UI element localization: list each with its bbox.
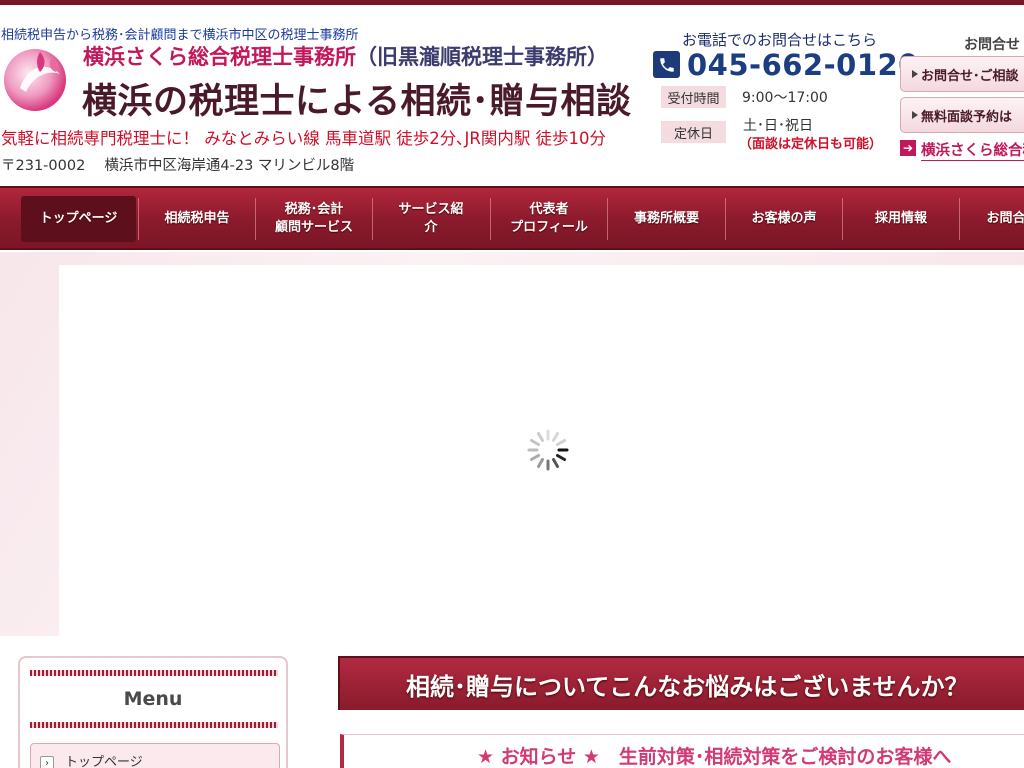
hours-value: 9:00〜17:00 [742,90,828,106]
free-consultation-button[interactable]: 無料面談予約は [900,97,1024,133]
sidebar-menu: Menu › トップページ [18,656,288,768]
access-info: 気軽に相続専門税理士に！ みなとみらい線 馬車道駅 徒歩2分､JR関内駅 徒歩1… [1,129,607,148]
top-accent-bar [0,0,1024,5]
nav-testimonials[interactable]: お客様の声 [727,196,841,242]
nav-divider [138,198,139,240]
nav-divider [725,198,726,240]
notice-heading[interactable]: ★ お知らせ ★ 生前対策･相続対策をご検討のお客様へ [477,742,951,768]
nav-divider [607,198,608,240]
nav-tax-accounting-service[interactable]: 税務･会計 顧問サービス [257,196,371,242]
nav-divider [255,198,256,240]
sidebar-stripe [30,670,278,676]
sidebar-stripe [30,722,278,728]
phone-caption: お電話でのお問合せはこちら [682,31,878,49]
nav-representative-profile[interactable]: 代表者 プロフィール [492,196,606,242]
nav-contact[interactable]: お問合 [961,196,1024,242]
nav-divider [490,198,491,240]
office-address: 〒231-0002 横浜市中区海岸通4-23 マリンビル8階 [1,158,355,174]
firm-site-link[interactable]: 横浜さくら総合税 [921,139,1024,161]
firm-name[interactable]: 横浜さくら総合税理士事務所（旧黒瀧順税理士事務所） [83,41,608,71]
nav-recruitment[interactable]: 採用情報 [844,196,958,242]
phone-number[interactable]: 045-662-0120 [687,48,919,82]
nav-service-intro[interactable]: サービス紹 介 [374,196,488,242]
sidebar-item-top[interactable]: › トップページ [30,743,280,768]
contact-inquiry-button[interactable]: お問合せ･ご相談 [900,56,1024,92]
arrow-right-icon: ➔ [900,140,916,156]
main-section-banner: 相続･贈与についてこんなお悩みはございませんか？ [338,656,1024,710]
nav-inheritance-tax[interactable]: 相続税申告 [140,196,254,242]
nav-divider [842,198,843,240]
hours-label: 受付時間 [661,86,726,108]
firm-name-main: 横浜さくら総合税理士事務所 [83,45,356,69]
nav-top[interactable]: トップページ [21,196,136,242]
nav-office-overview[interactable]: 事務所概要 [609,196,724,242]
sidebar-title: Menu [123,688,183,710]
nav-divider [372,198,373,240]
global-nav: トップページ 相続税申告 税務･会計 顧問サービス サービス紹 介 代表者 プロ… [0,186,1024,250]
chevron-right-icon: › [40,756,54,768]
contact-title: お問合せ [964,37,1020,53]
closed-days-label: 定休日 [661,121,726,143]
closed-days-note: （面談は定休日も可能） [739,137,883,152]
phone-icon [653,51,680,78]
former-firm-name: （旧黒瀧順税理士事務所） [356,45,608,69]
loading-spinner-icon [527,429,569,471]
closed-days-value: 土･日･祝日 [743,118,813,134]
page-headline: 横浜の税理士による相続･贈与相談 [82,82,632,122]
sidebar-item-label: トップページ [65,754,143,768]
nav-divider [959,198,960,240]
sakura-logo-icon[interactable] [0,44,74,112]
